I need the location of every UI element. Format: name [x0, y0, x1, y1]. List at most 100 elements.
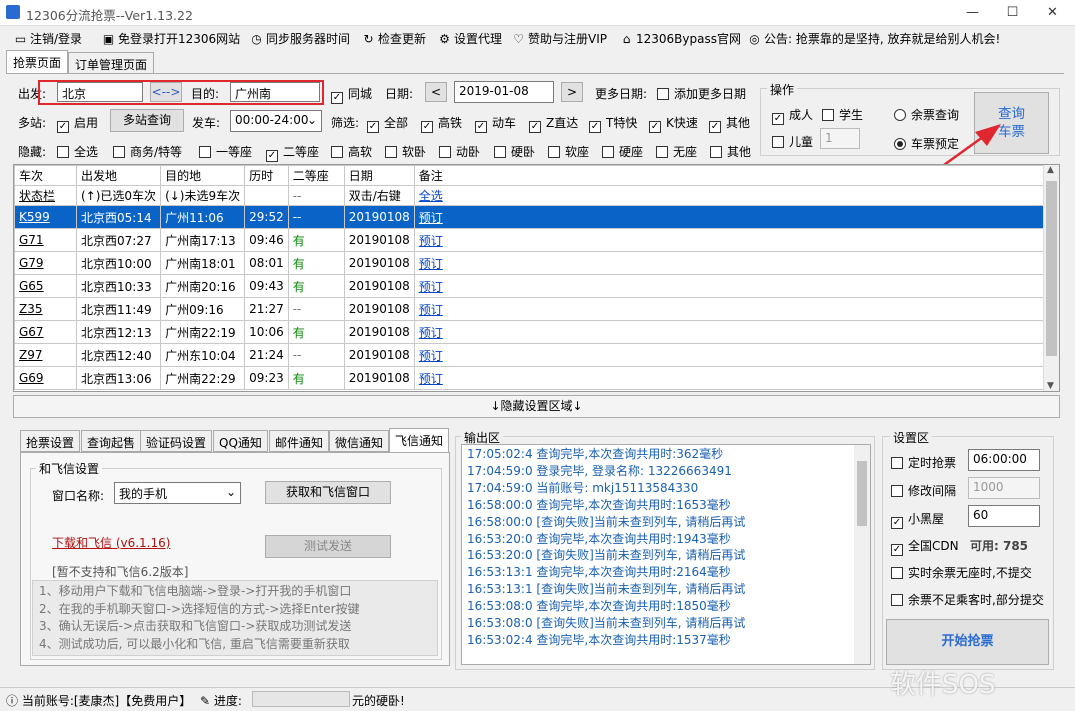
book-cell[interactable]: 预订	[413, 320, 1045, 344]
menu-sync-time[interactable]: ◷ 同步服务器时间	[250, 30, 350, 47]
book-cell[interactable]: 预订	[413, 205, 1045, 229]
hide-all[interactable]: 全选	[57, 143, 98, 160]
book-cell[interactable]: 预订	[413, 343, 1045, 367]
interval-input[interactable]: 1000	[968, 477, 1040, 499]
scroll-thumb[interactable]	[857, 461, 867, 526]
tab-email[interactable]: 邮件通知	[269, 430, 330, 452]
prev-date-button[interactable]: <	[425, 82, 447, 102]
book-cell[interactable]: 预订	[413, 228, 1045, 252]
log-scrollbar[interactable]	[854, 445, 870, 664]
tab-query-sale[interactable]: 查询起售	[81, 430, 142, 452]
menu-notice[interactable]: ◎ 公告: 抢票靠的是坚持, 放弃就是给别人机会!	[748, 30, 1000, 47]
hide-settings-toggle[interactable]: ↓隐藏设置区域↓	[13, 395, 1060, 418]
book-cell[interactable]: 预订	[413, 274, 1045, 298]
menu-login[interactable]: ▭ 注销/登录	[14, 30, 82, 47]
test-send-button[interactable]: 测试发送	[265, 535, 391, 558]
hide-second[interactable]: ✓ 二等座	[266, 143, 319, 162]
blackroom-checkbox[interactable]: ✓ 小黑屋	[891, 510, 944, 529]
status-column-cell[interactable]: 状态栏	[14, 185, 77, 206]
hide-other[interactable]: 其他	[710, 143, 751, 160]
close-button[interactable]: ✕	[1030, 0, 1075, 26]
tab-orders[interactable]: 订单管理页面	[68, 52, 154, 74]
table-row[interactable]: G79 北京西10:00 广州南18:01 08:01 有 20190108 预订	[14, 251, 1045, 275]
select-all-link[interactable]: 全选	[413, 185, 1045, 206]
train-number-cell[interactable]: G71	[14, 228, 77, 252]
scroll-down-icon[interactable]: ▼	[1047, 381, 1054, 391]
train-number-cell[interactable]: K599	[14, 205, 77, 229]
maximize-button[interactable]: ☐	[990, 0, 1035, 26]
download-feixin-link[interactable]: 下载和飞信 (v6.1.16)	[52, 534, 170, 551]
hide-gaoruan[interactable]: 高软	[331, 143, 372, 160]
tongcheng-checkbox[interactable]: ✓ 同城	[331, 85, 372, 104]
to-input[interactable]: 广州南	[230, 82, 320, 102]
table-row[interactable]: Z97 北京西12:40 广州东10:04 21:24 -- 20190108 预订	[14, 343, 1045, 367]
hide-first[interactable]: 一等座	[199, 143, 252, 160]
date-input[interactable]: 2019-01-08	[454, 81, 554, 103]
hide-ruanzuo[interactable]: 软座	[548, 143, 589, 160]
hide-business[interactable]: 商务/特等	[113, 143, 182, 160]
multi-enable-checkbox[interactable]: ✓ 启用	[57, 114, 98, 133]
cdn-checkbox[interactable]: ✓ 全国CDN	[891, 537, 959, 556]
window-name-select[interactable]: 我的手机 ⌄	[114, 482, 241, 504]
interval-checkbox[interactable]: 修改间隔	[891, 482, 956, 499]
hide-yingzuo[interactable]: 硬座	[602, 143, 643, 160]
tab-grab[interactable]: 抢票页面	[6, 50, 68, 74]
minimize-button[interactable]: —	[950, 0, 995, 26]
filter-other[interactable]: ✓ 其他	[709, 114, 750, 133]
table-row[interactable]: G67 北京西12:13 广州南22:19 10:06 有 20190108 预订	[14, 320, 1045, 344]
col-header[interactable]: 车次	[14, 165, 77, 186]
filter-gaotie[interactable]: ✓ 高铁	[421, 114, 462, 133]
realtime-checkbox[interactable]: 实时余票无座时,不提交	[891, 564, 1032, 581]
hide-wuzuo[interactable]: 无座	[656, 143, 697, 160]
train-number-cell[interactable]: G79	[14, 251, 77, 275]
adult-checkbox[interactable]: ✓ 成人	[772, 106, 813, 125]
table-scrollbar[interactable]: ▲ ▼	[1043, 165, 1059, 391]
next-date-button[interactable]: >	[561, 82, 583, 102]
tab-feixin[interactable]: 飞信通知	[389, 428, 450, 452]
train-number-cell[interactable]: G67	[14, 320, 77, 344]
tab-qq[interactable]: QQ通知	[213, 430, 268, 452]
col-header[interactable]: 目的地	[160, 165, 246, 186]
filter-dongche[interactable]: ✓ 动车	[475, 114, 516, 133]
tab-wechat[interactable]: 微信通知	[329, 430, 390, 452]
hide-yingwo[interactable]: 硬卧	[494, 143, 535, 160]
col-header[interactable]: 历时	[244, 165, 289, 186]
tab-captcha[interactable]: 验证码设置	[140, 430, 213, 452]
filter-all[interactable]: ✓ 全部	[367, 114, 408, 133]
output-log[interactable]: 17:05:02:4 查询完毕,本次查询共用时:362毫秒 17:04:59:0 …	[461, 444, 871, 665]
add-dates-checkbox[interactable]: 添加更多日期	[657, 85, 746, 102]
col-header[interactable]: 出发地	[75, 165, 162, 186]
timed-checkbox[interactable]: 定时抢票	[891, 454, 956, 471]
train-number-cell[interactable]: Z97	[14, 343, 77, 367]
col-header[interactable]: 二等座	[287, 165, 345, 186]
tab-grab-settings[interactable]: 抢票设置	[20, 430, 81, 452]
table-row[interactable]: G69 北京西13:06 广州南22:29 09:23 有 20190108 预订	[14, 366, 1045, 390]
book-cell[interactable]: 预订	[413, 366, 1045, 390]
filter-z[interactable]: ✓ Z直达	[529, 114, 578, 133]
hide-dongwo[interactable]: 动卧	[439, 143, 480, 160]
partial-checkbox[interactable]: 余票不足乘客时,部分提交	[891, 591, 1044, 608]
from-input[interactable]: 北京	[57, 82, 143, 102]
table-row[interactable]: G71 北京西07:27 广州南17:13 09:46 有 20190108 预订	[14, 228, 1045, 252]
menu-check-update[interactable]: ↻ 检查更新	[362, 30, 426, 47]
filter-t[interactable]: ✓ T特快	[589, 114, 637, 133]
table-row[interactable]: Z35 北京西11:49 广州09:16 21:27 -- 20190108 预订	[14, 297, 1045, 321]
train-number-cell[interactable]: G65	[14, 274, 77, 298]
start-grab-button[interactable]: 开始抢票	[886, 619, 1049, 665]
depart-time-select[interactable]: 00:00-24:00 ⌄	[230, 110, 322, 132]
menu-open-12306[interactable]: ▣ 免登录打开12306网站	[102, 30, 240, 47]
table-row[interactable]: G65 北京西10:33 广州南20:16 09:43 有 20190108 预订	[14, 274, 1045, 298]
book-cell[interactable]: 预订	[413, 297, 1045, 321]
child-checkbox[interactable]: 儿童	[772, 133, 813, 150]
menu-website[interactable]: ⌂ 12306Bypass官网	[620, 30, 741, 47]
scroll-thumb[interactable]	[1046, 181, 1057, 356]
menu-proxy[interactable]: ⚙ 设置代理	[438, 30, 502, 47]
filter-k[interactable]: ✓ K快速	[649, 114, 698, 133]
get-feixin-window-button[interactable]: 获取和飞信窗口	[265, 481, 391, 504]
scroll-up-icon[interactable]: ▲	[1047, 165, 1054, 175]
col-header[interactable]: 日期	[343, 165, 415, 186]
table-row[interactable]: K599 北京西05:14 广州11:06 29:52 -- 20190108 预订	[14, 205, 1045, 229]
swap-button[interactable]: <-->	[150, 82, 182, 102]
col-header[interactable]: 备注	[413, 165, 1045, 186]
train-number-cell[interactable]: G69	[14, 366, 77, 390]
